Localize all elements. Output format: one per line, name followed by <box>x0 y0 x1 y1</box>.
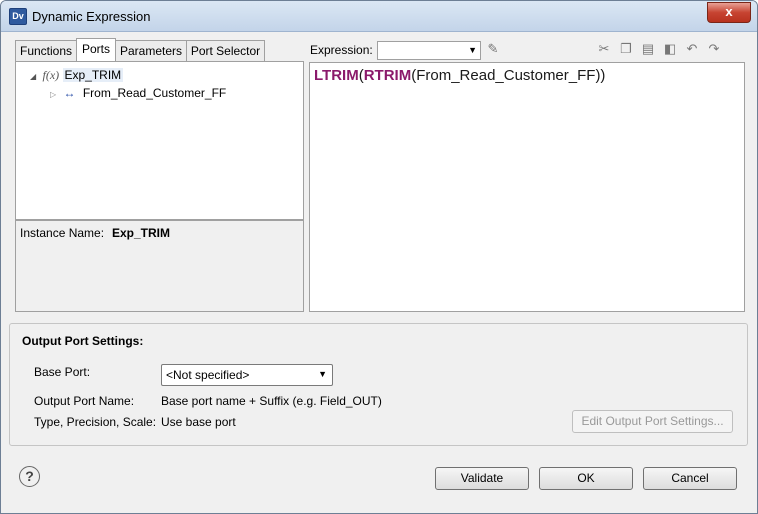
expression-text: LTRIM(RTRIM(From_Read_Customer_FF)) <box>314 67 605 84</box>
validate-button[interactable]: Validate <box>435 467 529 490</box>
paste-icon[interactable]: ▤ <box>640 41 656 57</box>
expression-label: Expression: <box>310 43 373 57</box>
expression-editor[interactable]: LTRIM(RTRIM(From_Read_Customer_FF)) <box>309 62 745 312</box>
output-port-name-value: Base port name + Suffix (e.g. Field_OUT) <box>161 394 382 408</box>
output-port-settings-group: Output Port Settings: Base Port: <Not sp… <box>9 323 748 446</box>
undo-icon[interactable]: ↶ <box>684 41 700 57</box>
function-rtrim: RTRIM <box>363 67 412 84</box>
expression-args: (From_Read_Customer_FF)) <box>411 67 606 84</box>
clear-icon[interactable]: ◧ <box>662 41 678 57</box>
instance-name-value: Exp_TRIM <box>112 226 171 240</box>
expand-arrow-icon[interactable]: ▷ <box>50 90 56 99</box>
output-port-settings-heading: Output Port Settings: <box>22 334 144 348</box>
output-port-name-label: Output Port Name: <box>34 394 135 408</box>
instance-info-panel: Instance Name: Exp_TRIM <box>15 220 304 312</box>
app-icon: Dv <box>9 8 27 25</box>
dropdown-arrow-icon: ▼ <box>318 369 327 379</box>
base-port-value: <Not specified> <box>166 368 250 382</box>
ok-button[interactable]: OK <box>539 467 633 490</box>
ports-tree: ◢ f(x) Exp_TRIM ▷ ↔ From_Read_Customer_F… <box>15 61 304 220</box>
tree-node-from-read-customer-ff[interactable]: ▷ ↔ From_Read_Customer_FF <box>50 85 226 101</box>
expression-apply-icon[interactable]: ✎ <box>485 41 501 57</box>
function-ltrim: LTRIM <box>314 67 359 84</box>
cancel-button[interactable]: Cancel <box>643 467 737 490</box>
tree-node-label: From_Read_Customer_FF <box>82 86 227 100</box>
title-bar: Dv Dynamic Expression x <box>1 1 757 32</box>
port-link-icon: ↔ <box>63 86 76 100</box>
dropdown-arrow-icon: ▼ <box>468 45 477 55</box>
tab-ports[interactable]: Ports <box>76 38 116 62</box>
type-precision-scale-label: Type, Precision, Scale: <box>34 415 157 429</box>
redo-icon[interactable]: ↷ <box>706 41 722 57</box>
type-precision-scale-value: Use base port <box>161 415 236 429</box>
edit-output-port-settings-button[interactable]: Edit Output Port Settings... <box>572 410 733 433</box>
tab-parameters[interactable]: Parameters <box>115 40 187 61</box>
dynamic-expression-dialog: Dv Dynamic Expression x Functions Ports … <box>0 0 758 514</box>
tree-node-label: Exp_TRIM <box>62 68 124 82</box>
expression-dropdown[interactable]: ▼ <box>377 41 481 60</box>
right-panel: Expression: ▼ ✎ ✂ ❐ ▤ ◧ ↶ ↷ LTRIM(RTRIM(… <box>307 38 745 312</box>
close-button[interactable]: x <box>707 2 751 23</box>
base-port-select[interactable]: <Not specified> ▼ <box>161 364 333 386</box>
left-panel: Functions Ports Parameters Port Selector… <box>15 38 304 312</box>
function-icon: f(x) <box>42 68 60 82</box>
copy-icon[interactable]: ❐ <box>618 41 634 57</box>
expand-collapse-icon[interactable]: ◢ <box>30 72 36 81</box>
cut-icon[interactable]: ✂ <box>596 41 612 57</box>
tab-functions[interactable]: Functions <box>15 40 77 61</box>
tree-node-exp-trim[interactable]: ◢ f(x) Exp_TRIM <box>30 67 124 83</box>
window-title: Dynamic Expression <box>32 9 151 24</box>
help-icon[interactable]: ? <box>19 466 40 487</box>
tab-port-selector[interactable]: Port Selector <box>186 40 265 61</box>
instance-name-label: Instance Name: <box>20 226 105 240</box>
base-port-label: Base Port: <box>34 365 91 379</box>
